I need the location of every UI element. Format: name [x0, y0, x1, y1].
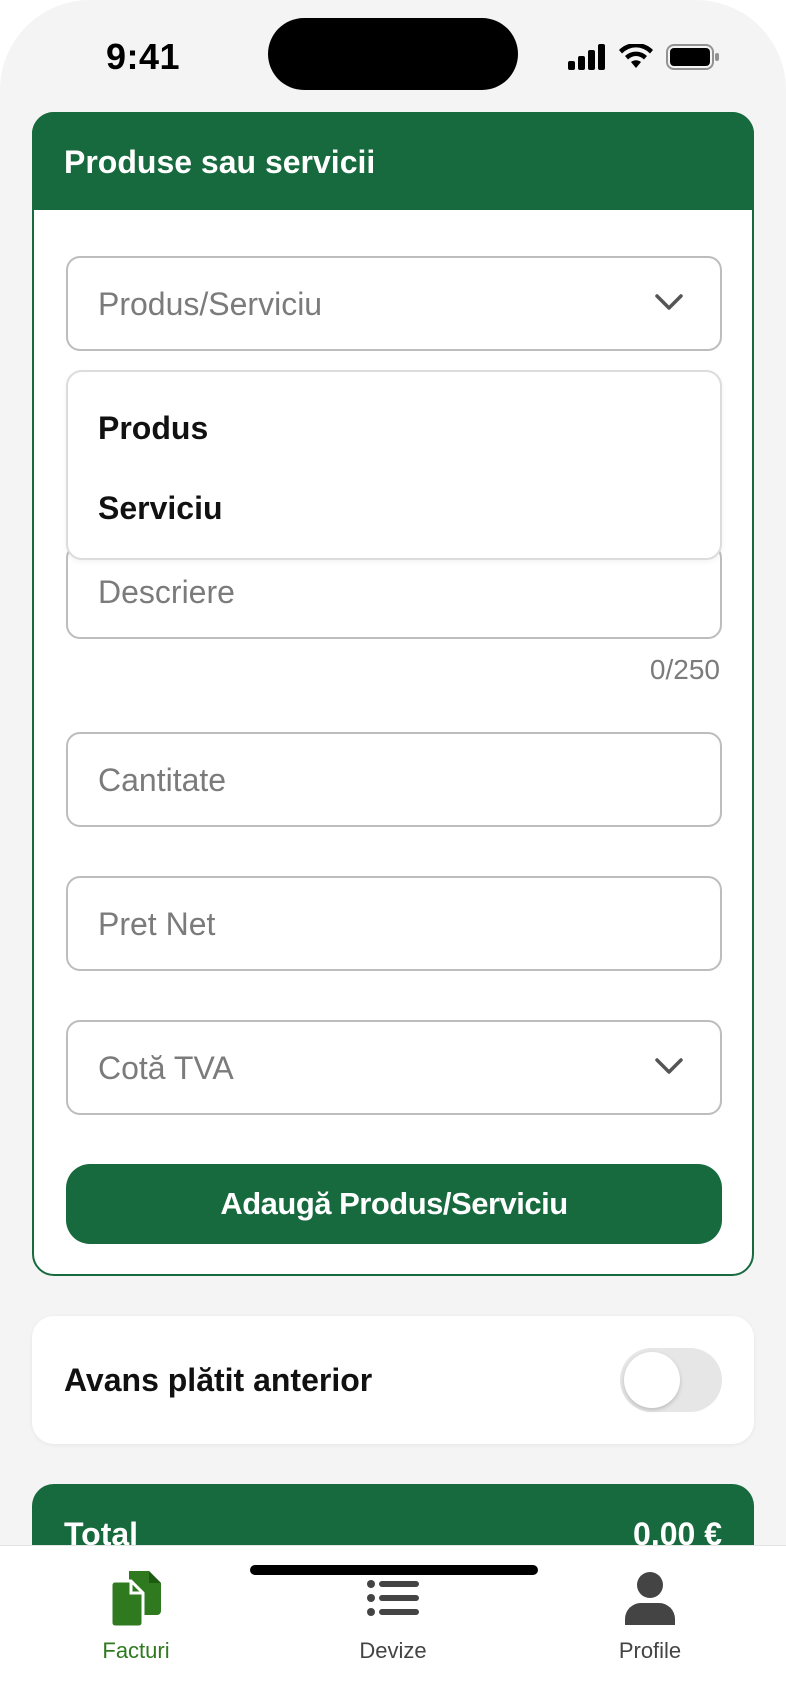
- product-type-select[interactable]: Produs/Serviciu: [66, 256, 722, 351]
- toggle-knob: [624, 1352, 680, 1408]
- person-icon: [625, 1572, 675, 1625]
- status-icons: [568, 42, 720, 72]
- home-indicator: [250, 1565, 538, 1575]
- battery-icon: [666, 44, 719, 70]
- quantity-input[interactable]: Cantitate: [66, 732, 722, 827]
- list-icon: [367, 1580, 419, 1616]
- quantity-placeholder: Cantitate: [98, 762, 227, 798]
- tab-profile-label: Profile: [618, 1638, 682, 1663]
- vat-select[interactable]: Cotă TVA: [66, 1020, 722, 1115]
- advance-card: Avans plătit anterior: [32, 1316, 754, 1444]
- dynamic-island: [268, 18, 518, 90]
- chevron-down-icon: [655, 1058, 683, 1074]
- chevron-down-icon: [655, 294, 683, 310]
- tab-facturi-label: Facturi: [102, 1638, 170, 1663]
- description-placeholder: Descriere: [98, 574, 235, 610]
- net-price-input[interactable]: Pret Net: [66, 876, 722, 971]
- add-product-button[interactable]: Adaugă Produs/Serviciu: [66, 1164, 722, 1244]
- advance-label: Avans plătit anterior: [64, 1362, 373, 1398]
- dropdown-option-produs[interactable]: Produs: [98, 410, 208, 447]
- documents-icon: [109, 1571, 161, 1627]
- advance-toggle[interactable]: [620, 1348, 722, 1412]
- net-price-placeholder: Pret Net: [98, 906, 216, 942]
- tab-devize-label: Devize: [359, 1638, 427, 1663]
- products-card: Produse sau servicii Produs/Serviciu Des…: [32, 112, 754, 1276]
- wifi-icon: [619, 44, 653, 68]
- description-counter: 0/250: [649, 654, 720, 685]
- vat-placeholder: Cotă TVA: [98, 1050, 234, 1086]
- tab-facturi[interactable]: Facturi: [56, 1568, 216, 1664]
- signal-icon: [568, 44, 605, 70]
- tab-profile[interactable]: Profile: [570, 1568, 730, 1664]
- status-time: 9:41: [106, 36, 181, 77]
- screen: 9:41 Produse sau servicii Produs/Servici…: [0, 0, 786, 1704]
- tab-devize[interactable]: Devize: [313, 1568, 473, 1664]
- product-type-dropdown: Produs Serviciu: [66, 370, 722, 560]
- products-card-title: Produse sau servicii: [32, 112, 754, 210]
- product-type-placeholder: Produs/Serviciu: [98, 286, 323, 322]
- dropdown-option-serviciu[interactable]: Serviciu: [98, 490, 223, 527]
